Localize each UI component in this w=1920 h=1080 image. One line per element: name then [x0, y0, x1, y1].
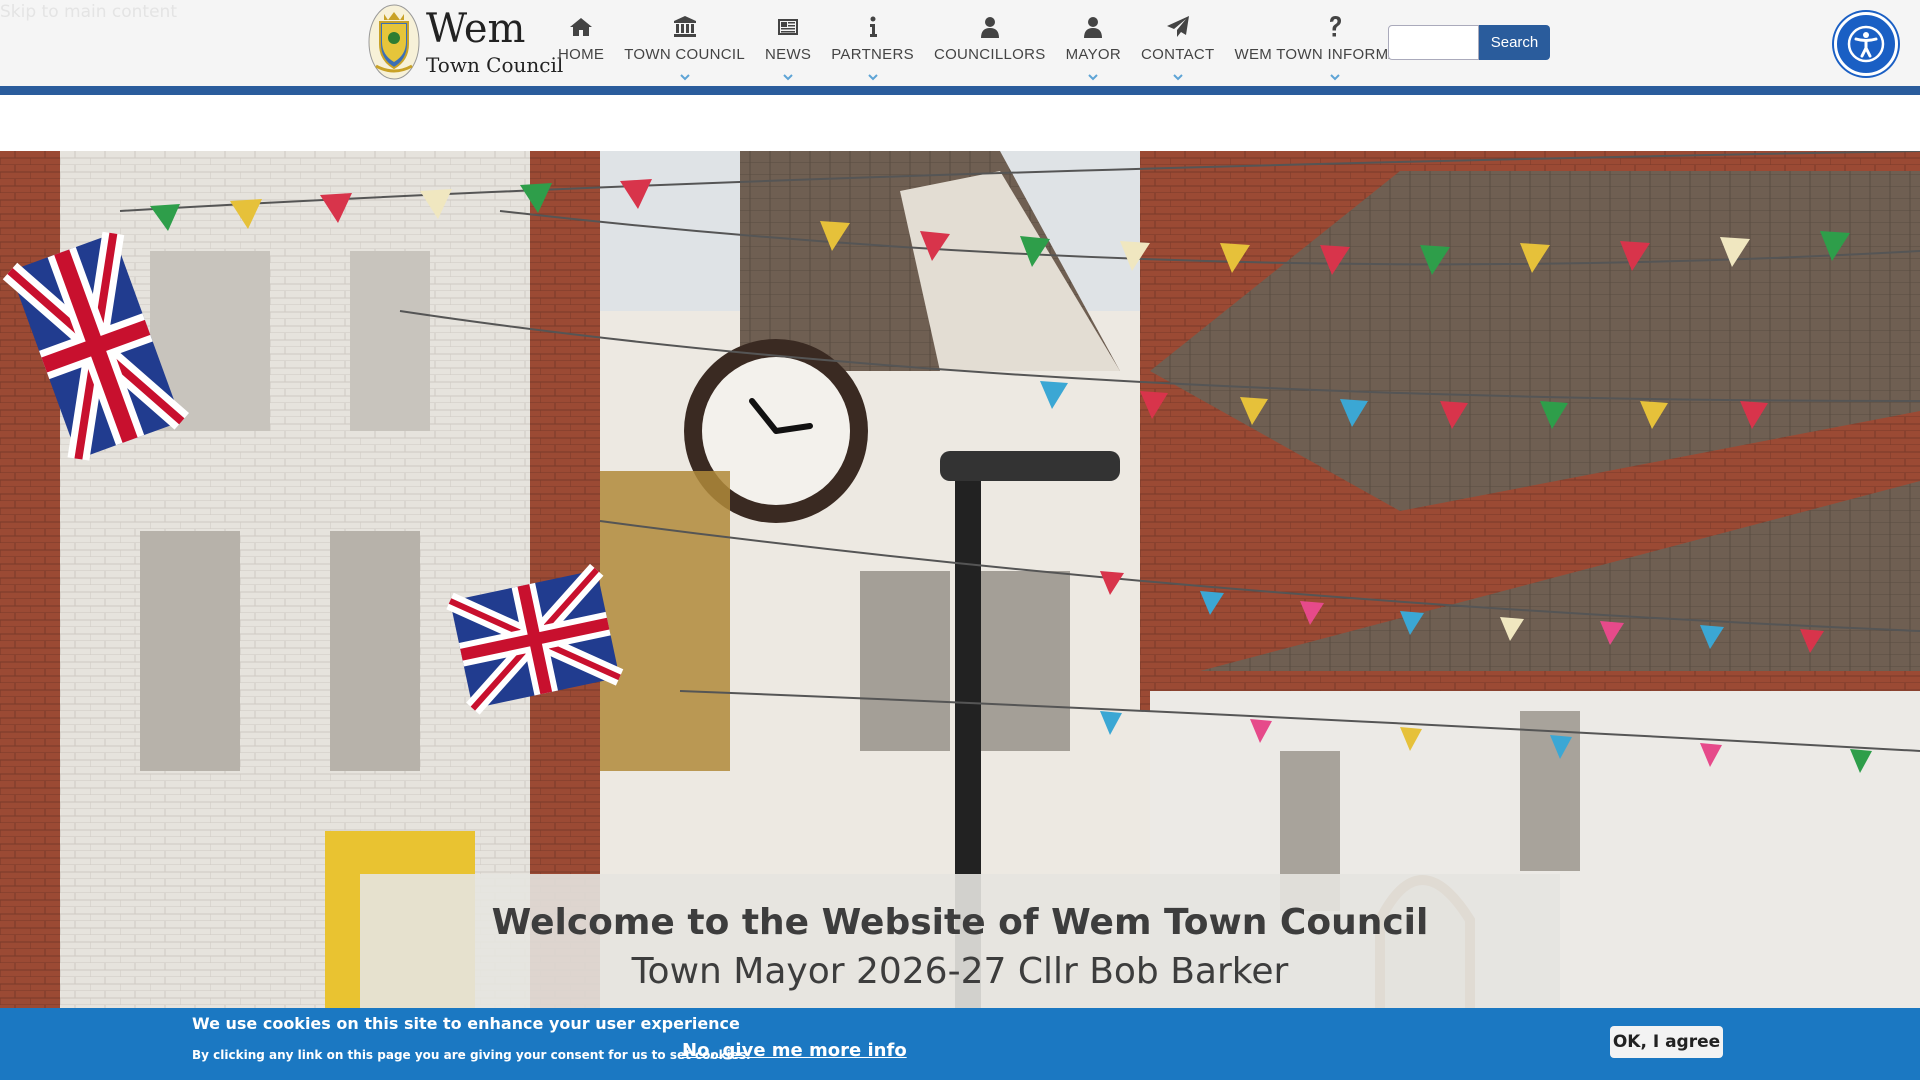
- nav-contact[interactable]: CONTACT: [1131, 14, 1224, 81]
- main-navigation: HOME TOWN COUNCIL NEWS PARTNERS COUNCILL…: [548, 14, 1445, 81]
- agree-button[interactable]: OK, I agree: [1610, 1026, 1723, 1058]
- info-icon: [860, 14, 886, 40]
- nav-label: HOME: [558, 46, 605, 63]
- hero-banner: Welcome to the Website of Wem Town Counc…: [0, 151, 1920, 1080]
- nav-town-council[interactable]: TOWN COUNCIL: [614, 14, 755, 81]
- nav-partners[interactable]: PARTNERS: [821, 14, 924, 81]
- chevron-down-icon: [783, 66, 793, 81]
- search-button[interactable]: Search: [1479, 25, 1550, 60]
- newspaper-icon: [775, 14, 801, 40]
- logo-subtitle: Town Council: [426, 53, 564, 77]
- cookie-title: We use cookies on this site to enhance y…: [192, 1014, 740, 1033]
- chevron-down-icon: [679, 66, 690, 81]
- nav-label: COUNCILLORS: [933, 46, 1046, 63]
- welcome-panel: Welcome to the Website of Wem Town Counc…: [360, 874, 1560, 1014]
- question-icon: [1322, 14, 1348, 40]
- building-icon: [672, 14, 698, 40]
- welcome-title: Welcome to the Website of Wem Town Counc…: [491, 902, 1429, 943]
- nav-label: NEWS: [765, 46, 812, 63]
- accessibility-icon: [1847, 25, 1885, 63]
- site-header: Wem Town Council HOME TOWN COUNCIL NEWS …: [0, 0, 1920, 86]
- user-icon: [1080, 14, 1106, 40]
- cookie-text: By clicking any link on this page you ar…: [192, 1048, 751, 1062]
- town-crest-icon: [368, 4, 420, 80]
- chevron-down-icon: [1088, 66, 1099, 81]
- chevron-down-icon: [1329, 66, 1340, 81]
- chevron-down-icon: [867, 66, 878, 81]
- chevron-down-icon: [1173, 66, 1183, 81]
- nav-label: MAYOR: [1065, 46, 1121, 63]
- search-input[interactable]: [1388, 25, 1479, 60]
- paper-plane-icon: [1165, 14, 1191, 40]
- nav-news[interactable]: NEWS: [755, 14, 821, 81]
- nav-label: PARTNERS: [831, 46, 914, 63]
- nav-councillors[interactable]: COUNCILLORS: [924, 14, 1056, 76]
- user-icon: [977, 14, 1003, 40]
- mayor-subtitle: Town Mayor 2026-27 Cllr Bob Barker: [631, 951, 1289, 992]
- site-logo[interactable]: Wem Town Council: [368, 4, 563, 80]
- nav-home[interactable]: HOME: [548, 14, 614, 76]
- accessibility-button[interactable]: [1834, 12, 1898, 76]
- nav-mayor[interactable]: MAYOR: [1056, 14, 1131, 81]
- skip-to-content-link[interactable]: Skip to main content: [0, 2, 177, 22]
- cookie-consent-bar: We use cookies on this site to enhance y…: [0, 1008, 1920, 1080]
- more-info-link[interactable]: No, give me more info: [682, 1040, 907, 1061]
- nav-label: CONTACT: [1141, 46, 1215, 63]
- nav-label: TOWN COUNCIL: [624, 46, 746, 63]
- logo-title: Wem: [426, 6, 526, 52]
- home-icon: [568, 14, 594, 40]
- header-accent-band: [0, 86, 1920, 95]
